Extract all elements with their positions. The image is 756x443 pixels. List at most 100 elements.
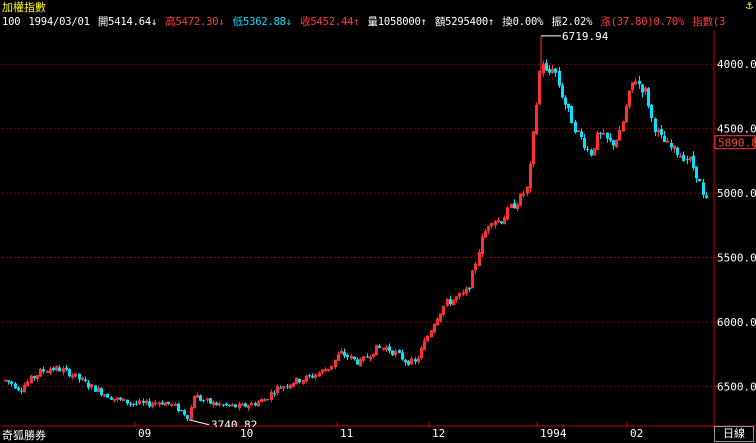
- candle-up: [241, 402, 244, 406]
- candle-down: [100, 387, 103, 397]
- candle-up: [289, 384, 292, 390]
- candle-down: [215, 401, 218, 406]
- candle-down: [449, 295, 452, 307]
- candle-down: [225, 402, 228, 407]
- candle-up: [615, 139, 618, 149]
- candle-up: [49, 366, 52, 375]
- candle-down: [366, 353, 369, 358]
- candle-up: [250, 401, 253, 406]
- candle-up: [302, 379, 305, 385]
- candle-up: [71, 373, 74, 380]
- candle-up: [247, 404, 250, 411]
- candle-down: [17, 385, 20, 392]
- volume-value: 量1058000↑: [367, 16, 427, 28]
- candle-down: [279, 385, 282, 389]
- candle-down: [42, 366, 45, 374]
- candle-up: [487, 225, 490, 235]
- candle-down: [606, 132, 609, 143]
- candle-down: [702, 178, 705, 199]
- candle-down: [52, 366, 55, 372]
- candle-up: [97, 385, 100, 393]
- candle-up: [4, 379, 7, 382]
- candle-down: [583, 134, 586, 151]
- low-leader: [188, 419, 210, 426]
- candle-up: [337, 351, 340, 361]
- candle-up: [30, 374, 33, 384]
- candle-down: [183, 409, 186, 417]
- candle-up: [618, 125, 621, 141]
- candle-up: [436, 316, 439, 326]
- candle-down: [414, 357, 417, 365]
- candle-down: [698, 178, 701, 182]
- candle-down: [599, 131, 602, 139]
- candle-up: [484, 228, 487, 238]
- candle-up: [362, 355, 365, 363]
- candle-up: [260, 398, 263, 403]
- candle-down: [132, 403, 135, 407]
- candle-up: [439, 313, 442, 323]
- x-axis-label: 11: [340, 427, 354, 440]
- candle-up: [55, 365, 58, 372]
- candle-down: [202, 399, 205, 403]
- candle-down: [186, 414, 189, 422]
- candle-up: [372, 353, 375, 358]
- candle-down: [695, 166, 698, 183]
- candle-up: [145, 399, 148, 406]
- candle-up: [410, 356, 413, 365]
- candle-down: [353, 356, 356, 361]
- candle-up: [446, 298, 449, 308]
- candle-down: [308, 373, 311, 379]
- candle-down: [110, 396, 113, 400]
- candle-down: [14, 381, 17, 390]
- candle-down: [574, 119, 577, 134]
- candle-down: [650, 104, 653, 122]
- candle-down: [612, 139, 615, 150]
- candle-up: [36, 375, 39, 382]
- candle-down: [58, 364, 61, 372]
- high-annotation: 6719.94: [562, 30, 609, 43]
- candle-up: [212, 400, 215, 408]
- candle-down: [468, 287, 471, 292]
- candle-up: [238, 401, 241, 411]
- candle-up: [170, 403, 173, 407]
- candle-up: [158, 401, 161, 408]
- chart-title: 加權指數: [2, 1, 46, 14]
- candle-up: [522, 190, 525, 198]
- candle-up: [625, 103, 628, 123]
- candle-down: [356, 357, 359, 366]
- candle-up: [503, 215, 506, 225]
- candle-down: [129, 401, 132, 407]
- candle-down: [177, 402, 180, 413]
- candle-down: [647, 87, 650, 109]
- candle-up: [46, 369, 49, 373]
- y-tick-label: 6000.0: [717, 316, 756, 329]
- candlestick-chart[interactable]: 6500.0 6000.0 5500.0 5000.0 4500.0 4000.0 671…: [0, 30, 756, 427]
- candle-up: [535, 102, 538, 136]
- candle-down: [398, 349, 401, 354]
- candle-up: [602, 128, 605, 135]
- candle-up: [193, 395, 196, 409]
- anchor-icon[interactable]: ⚓: [746, 0, 753, 12]
- candle-down: [567, 103, 570, 113]
- candle-up: [263, 398, 266, 402]
- open-value: 開5414.64↓: [97, 16, 158, 28]
- candle-up: [23, 382, 26, 393]
- x-axis-label: 1994: [540, 427, 567, 440]
- candle-down: [266, 399, 269, 401]
- candle-up: [471, 269, 474, 289]
- period-button[interactable]: 日線: [714, 426, 754, 442]
- candle-up: [231, 403, 234, 407]
- candle-up: [305, 374, 308, 383]
- candle-up: [423, 337, 426, 350]
- candle-up: [430, 329, 433, 338]
- candle-down: [273, 390, 276, 397]
- candle-up: [39, 367, 42, 377]
- candle-up: [103, 393, 106, 397]
- candle-down: [692, 151, 695, 171]
- candle-up: [462, 289, 465, 297]
- candle-down: [228, 404, 231, 407]
- candle-up: [295, 377, 298, 385]
- candle-up: [318, 371, 321, 377]
- candle-down: [135, 400, 138, 406]
- x-axis-label: 12: [432, 427, 446, 440]
